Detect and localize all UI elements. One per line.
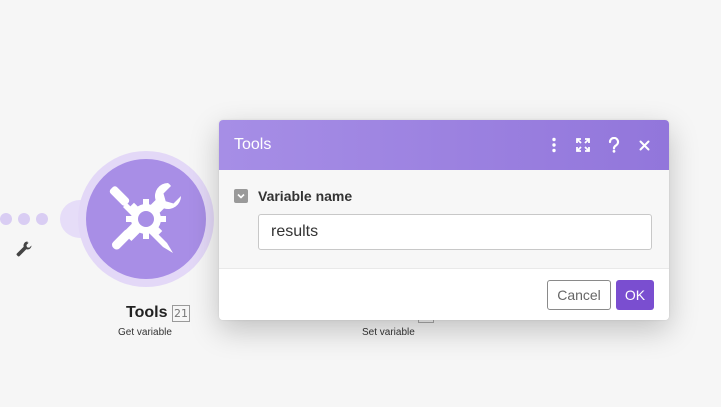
expand-icon[interactable] <box>573 135 593 155</box>
cancel-button[interactable]: Cancel <box>547 280 611 310</box>
dialog-title: Tools <box>234 136 272 153</box>
dialog-body: Variable name <box>219 170 669 268</box>
dialog-footer: Cancel OK <box>219 268 669 320</box>
module-settings-dialog: Tools Variable name results Cancel OK <box>219 120 669 320</box>
wrench-icon[interactable] <box>15 240 33 258</box>
ok-button[interactable]: OK <box>616 280 654 310</box>
connector-dot <box>36 213 48 225</box>
help-icon[interactable] <box>604 135 624 155</box>
chevron-down-icon[interactable] <box>234 189 248 203</box>
module-node-tools[interactable] <box>86 159 206 279</box>
connector-dot <box>18 213 30 225</box>
tools-icon <box>109 182 182 253</box>
close-icon[interactable] <box>634 135 654 155</box>
module-subtitle: Get variable <box>118 327 172 338</box>
dialog-header[interactable]: Tools <box>219 120 669 170</box>
more-vertical-icon[interactable] <box>544 135 564 155</box>
connector-dot <box>0 213 12 225</box>
variable-name-input[interactable] <box>258 214 652 250</box>
next-module-subtitle: Set variable <box>362 327 415 338</box>
module-title: Tools <box>126 304 168 321</box>
variable-name-label: Variable name <box>258 188 353 204</box>
module-id-badge: 21 <box>172 305 190 322</box>
